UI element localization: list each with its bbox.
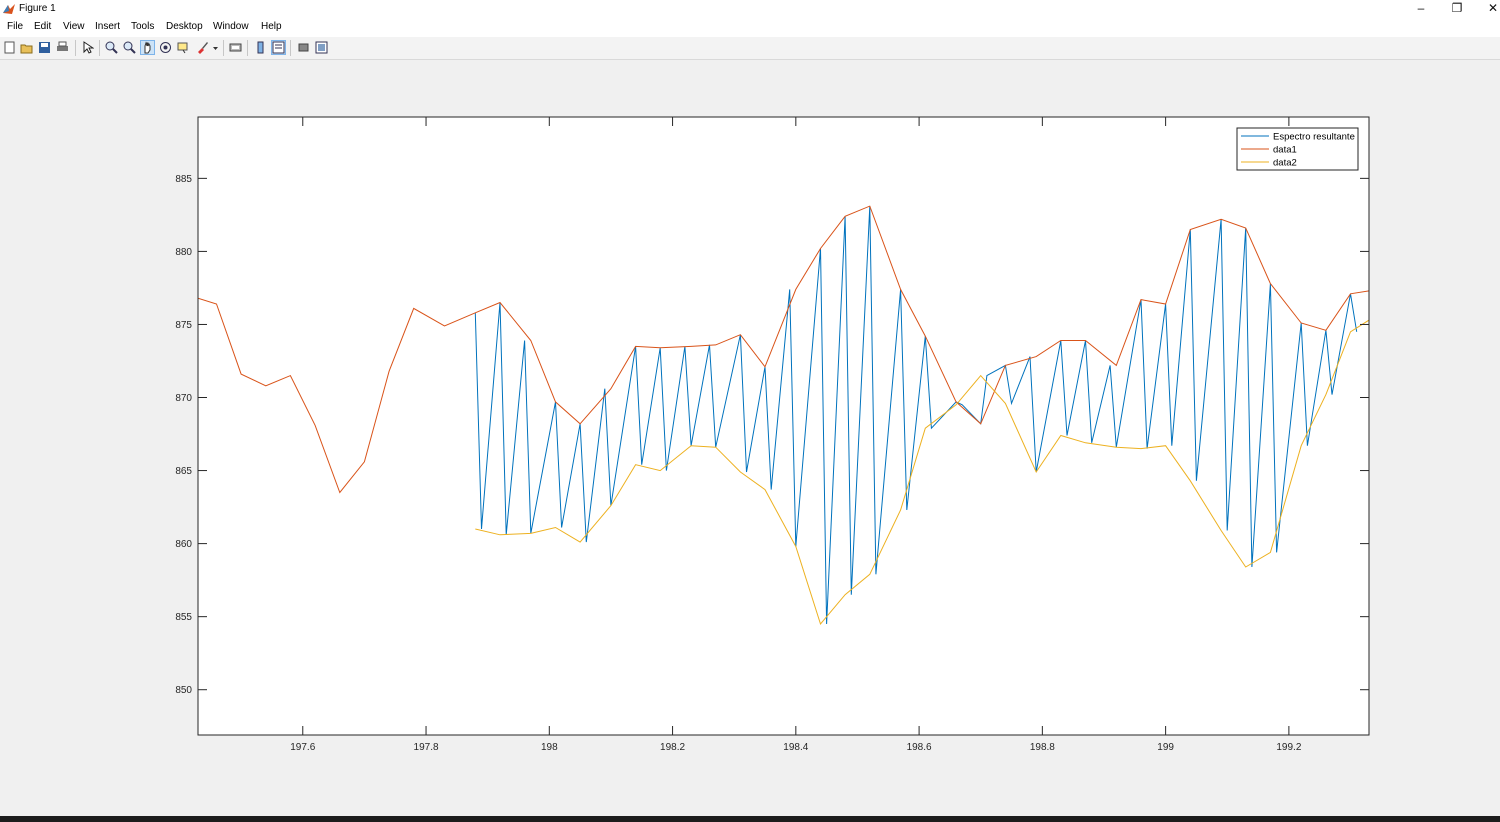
toolbar-separator	[223, 40, 224, 56]
pan-icon[interactable]	[140, 40, 155, 55]
x-tick-label: 199	[1157, 742, 1174, 753]
legend-icon[interactable]	[271, 40, 286, 55]
y-tick-label: 860	[175, 539, 192, 550]
legend[interactable]: Espectro resultante data1 data2	[1236, 127, 1359, 171]
matlab-logo-icon	[3, 4, 15, 14]
taskbar-edge	[0, 816, 1500, 822]
x-tick-label: 199.2	[1276, 742, 1301, 753]
legend-label: data2	[1273, 158, 1297, 169]
figure-area: 197.6 197.8 198 198.2 198.4 198.6 198.8 199 199.…	[0, 60, 1500, 816]
x-tick-label: 198.2	[660, 742, 685, 753]
x-tick-label: 198.8	[1030, 742, 1055, 753]
figure-toolbar	[0, 37, 1500, 60]
menu-file[interactable]: File	[7, 21, 23, 32]
toolbar-separator	[75, 40, 76, 56]
y-tick-label: 855	[175, 612, 192, 623]
x-tick-label: 198	[541, 742, 558, 753]
x-tick-label: 198.6	[907, 742, 932, 753]
link-icon[interactable]	[229, 41, 242, 54]
pointer-icon[interactable]	[81, 41, 94, 54]
rotate-icon[interactable]	[159, 41, 172, 54]
menu-help[interactable]: Help	[261, 21, 282, 32]
y-tick-label: 875	[175, 320, 192, 331]
y-tick-label: 880	[175, 247, 192, 258]
toolbar-separator	[247, 40, 248, 56]
menu-window[interactable]: Window	[213, 21, 249, 32]
close-button[interactable]: ✕	[1476, 0, 1500, 18]
print-icon[interactable]	[56, 41, 69, 54]
menu-edit[interactable]: Edit	[34, 21, 51, 32]
zoom-out-icon[interactable]	[123, 41, 136, 54]
menu-bar: File Edit View Insert Tools Desktop Wind…	[0, 18, 1500, 37]
y-tick-label: 850	[175, 685, 192, 696]
menu-view[interactable]: View	[63, 21, 85, 32]
maximize-button[interactable]: ❐	[1440, 0, 1474, 18]
legend-label: data1	[1273, 145, 1297, 156]
y-tick-label: 870	[175, 393, 192, 404]
toolbar-separator	[99, 40, 100, 56]
new-figure-icon[interactable]	[3, 41, 16, 54]
legend-label: Espectro resultante	[1273, 132, 1355, 143]
minimize-button[interactable]: –	[1404, 0, 1438, 18]
window-title: Figure 1	[19, 3, 56, 14]
y-tick-label: 865	[175, 466, 192, 477]
toolbar-separator	[290, 40, 291, 56]
x-tick-label: 197.8	[414, 742, 439, 753]
menu-tools[interactable]: Tools	[131, 21, 154, 32]
save-icon[interactable]	[38, 41, 51, 54]
brush-icon[interactable]	[196, 41, 209, 54]
open-icon[interactable]	[20, 41, 33, 54]
chevron-down-icon[interactable]	[211, 41, 220, 54]
show-plot-tools-icon[interactable]	[315, 41, 328, 54]
data-cursor-icon[interactable]	[177, 41, 190, 54]
title-bar: Figure 1 – ❐ ✕	[0, 0, 1500, 18]
menu-insert[interactable]: Insert	[95, 21, 120, 32]
menu-desktop[interactable]: Desktop	[166, 21, 203, 32]
line-chart[interactable]: 197.6 197.8 198 198.2 198.4 198.6 198.8 199 199.…	[0, 60, 1500, 816]
hide-plot-tools-icon[interactable]	[297, 41, 310, 54]
y-tick-label: 885	[175, 174, 192, 185]
colorbar-icon[interactable]	[254, 41, 267, 54]
x-tick-label: 197.6	[290, 742, 315, 753]
x-tick-label: 198.4	[783, 742, 808, 753]
zoom-in-icon[interactable]	[105, 41, 118, 54]
